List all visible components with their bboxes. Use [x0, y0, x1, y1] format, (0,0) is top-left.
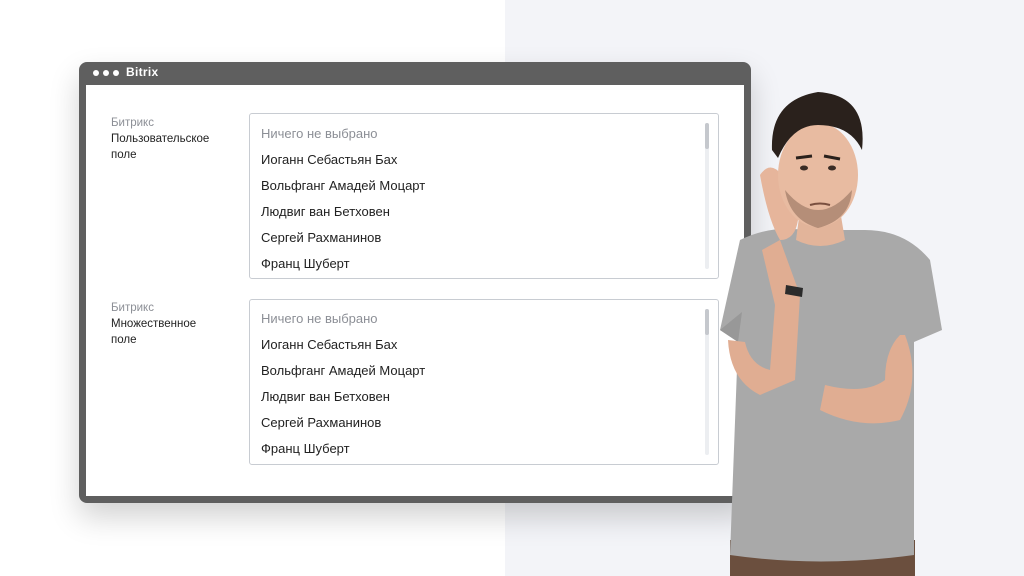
field-name-line: Множественное	[111, 318, 197, 330]
field-label-multiple: Битрикс Множественное поле	[111, 300, 241, 348]
window-titlebar: Bitrix	[79, 62, 751, 84]
list-option-none[interactable]: Ничего не выбрано	[261, 126, 378, 142]
field-name-line: поле	[111, 149, 137, 161]
list-option[interactable]: Вольфганг Амадей Моцарт	[261, 363, 425, 379]
list-option[interactable]: Вольфганг Амадей Моцарт	[261, 178, 425, 194]
list-option[interactable]: Сергей Рахманинов	[261, 415, 381, 431]
window-dot-icon[interactable]	[103, 70, 109, 76]
list-option[interactable]: Людвиг ван Бетховен	[261, 389, 390, 405]
list-option-none[interactable]: Ничего не выбрано	[261, 311, 378, 327]
list-option[interactable]: Франц Шуберт	[261, 256, 350, 272]
list-option[interactable]: Сергей Рахманинов	[261, 230, 381, 246]
field-name-line: Пользовательское	[111, 133, 210, 145]
form-panel: Битрикс Пользовательское поле Ничего не …	[86, 85, 744, 496]
person-photo	[720, 92, 942, 576]
multiple-field-listbox[interactable]: Ничего не выбрано Иоганн Себастьян Бах В…	[249, 299, 719, 465]
list-option[interactable]: Иоганн Себастьян Бах	[261, 152, 397, 168]
field-label-user: Битрикс Пользовательское поле	[111, 115, 241, 163]
window-dot-icon[interactable]	[113, 70, 119, 76]
window-title: Bitrix	[126, 65, 159, 79]
list-option[interactable]: Людвиг ван Бетховен	[261, 204, 390, 220]
app-window: Bitrix Битрикс Пользовательское поле Нич…	[79, 62, 751, 503]
user-field-listbox[interactable]: Ничего не выбрано Иоганн Себастьян Бах В…	[249, 113, 719, 279]
list-option[interactable]: Франц Шуберт	[261, 441, 350, 457]
list-option[interactable]: Иоганн Себастьян Бах	[261, 337, 397, 353]
window-dot-icon[interactable]	[93, 70, 99, 76]
field-category: Битрикс	[111, 117, 154, 129]
field-category: Битрикс	[111, 302, 154, 314]
field-name-line: поле	[111, 334, 137, 346]
